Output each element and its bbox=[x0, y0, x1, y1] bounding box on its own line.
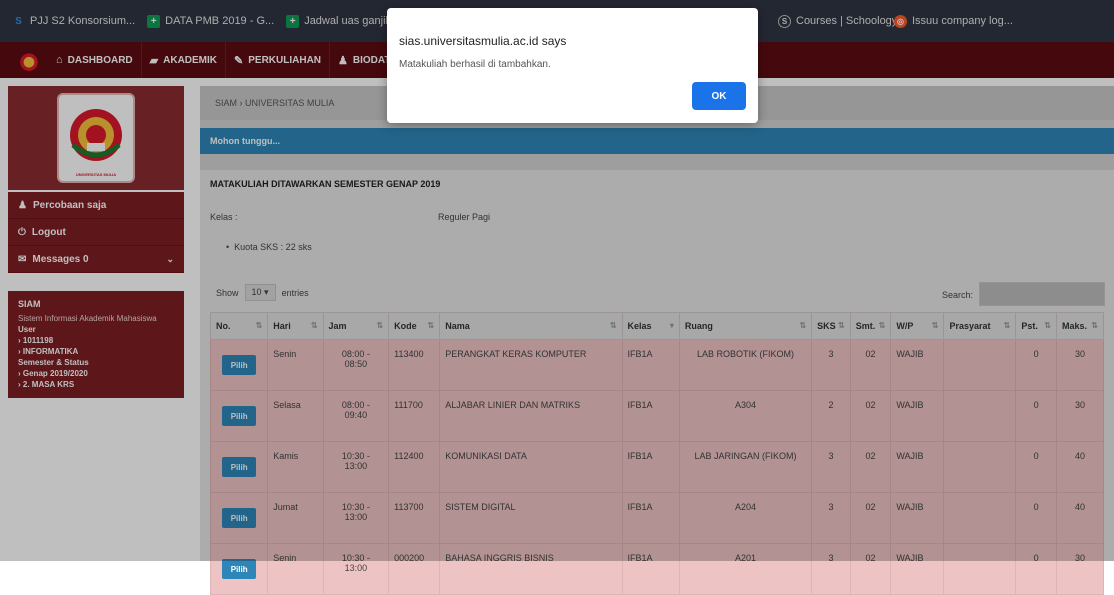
dialog-message: Matakuliah berhasil di tambahkan. bbox=[399, 59, 551, 70]
dialog-title: sias.universitasmulia.ac.id says bbox=[399, 34, 567, 48]
pilih-button[interactable]: Pilih bbox=[222, 559, 257, 579]
ok-button[interactable]: OK bbox=[692, 82, 746, 110]
alert-dialog: sias.universitasmulia.ac.id says Matakul… bbox=[387, 8, 758, 123]
